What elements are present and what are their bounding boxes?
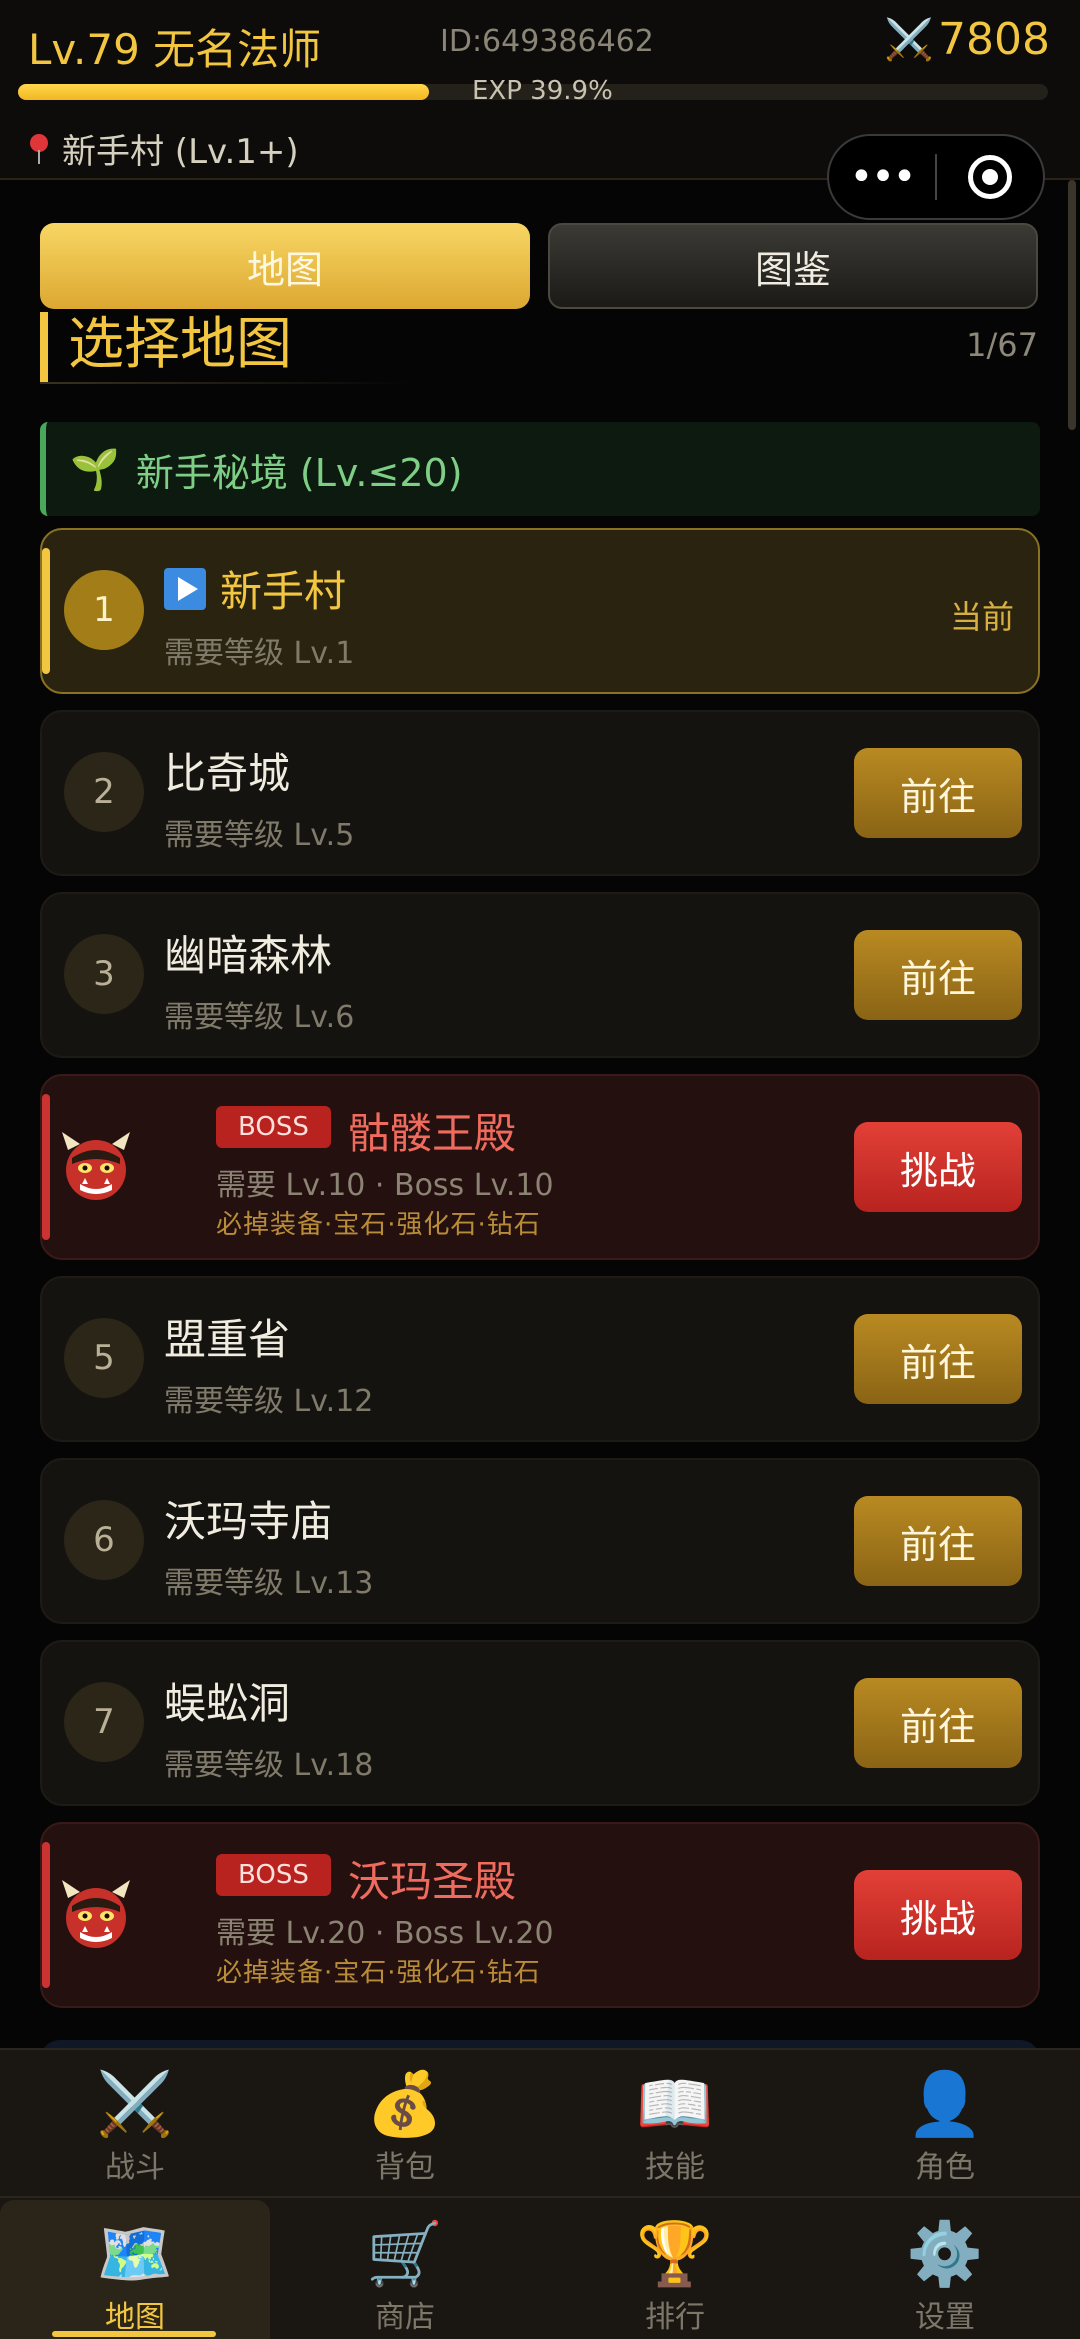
ogre-icon bbox=[62, 1880, 130, 1948]
map-card: 7 蜈蚣洞 需要等级 Lv.18 前往 bbox=[40, 1640, 1040, 1806]
challenge-button[interactable]: 挑战 bbox=[854, 1870, 1022, 1960]
map-requirement: 需要等级 Lv.12 bbox=[164, 1384, 374, 1419]
boss-requirement: 需要 Lv.20 · Boss Lv.20 bbox=[216, 1916, 554, 1951]
map-card: 2 比奇城 需要等级 Lv.5 前往 bbox=[40, 710, 1040, 876]
tab-map[interactable]: 地图 bbox=[40, 223, 530, 309]
map-name: 比奇城 bbox=[164, 749, 291, 798]
boss-card: BOSS 骷髅王殿 需要 Lv.10 · Boss Lv.10 必掉装备·宝石·… bbox=[40, 1074, 1040, 1260]
crossed-swords-icon: ⚔️ bbox=[96, 2067, 174, 2140]
map-name: 沃玛寺庙 bbox=[164, 1497, 333, 1546]
map-name: 新手村 bbox=[220, 567, 347, 616]
miniprogram-capsule: ••• bbox=[827, 134, 1045, 220]
map-card: 3 幽暗森林 需要等级 Lv.6 前往 bbox=[40, 892, 1040, 1058]
boss-requirement: 需要 Lv.10 · Boss Lv.10 bbox=[216, 1168, 554, 1203]
map-requirement: 需要等级 Lv.6 bbox=[164, 1000, 355, 1035]
challenge-button[interactable]: 挑战 bbox=[854, 1122, 1022, 1212]
category-label: 新手秘境 (Lv.≤20) bbox=[135, 450, 463, 495]
shopping-cart-icon: 🛒 bbox=[366, 2217, 444, 2290]
sprout-icon: 🌱 bbox=[70, 446, 120, 493]
nav-ranking[interactable]: 🏆 排行 bbox=[540, 2200, 810, 2339]
map-requirement: 需要等级 Lv.13 bbox=[164, 1566, 374, 1601]
section-underline bbox=[40, 382, 410, 384]
current-location-label: 新手村 (Lv.1+) bbox=[62, 132, 299, 172]
current-location: 新手村 (Lv.1+) bbox=[30, 124, 299, 173]
nav-divider bbox=[0, 2196, 1080, 2198]
bottom-navigation: ⚔️ 战斗 💰 背包 📖 技能 👤 角色 🗺️ 地图 🛒 商店 🏆 排行 ⚙️ … bbox=[0, 2048, 1080, 2339]
map-requirement: 需要等级 Lv.1 bbox=[164, 636, 355, 671]
boss-map-name: 骷髅王殿 bbox=[348, 1109, 517, 1158]
nav-label: 角色 bbox=[915, 2150, 975, 2185]
close-miniprogram-button[interactable] bbox=[937, 155, 1043, 199]
tab-codex[interactable]: 图鉴 bbox=[548, 223, 1038, 309]
go-button[interactable]: 前往 bbox=[854, 930, 1022, 1020]
page-count: 1/67 bbox=[966, 326, 1038, 364]
map-number: 5 bbox=[64, 1318, 144, 1398]
category-header[interactable]: 🌱 新手秘境 (Lv.≤20) bbox=[40, 422, 1040, 516]
world-map-icon: 🗺️ bbox=[96, 2217, 174, 2290]
map-number: 3 bbox=[64, 934, 144, 1014]
boss-drops: 必掉装备·宝石·强化石·钻石 bbox=[216, 1958, 541, 1988]
nav-skills[interactable]: 📖 技能 bbox=[540, 2050, 810, 2196]
player-id: ID:649386462 bbox=[440, 24, 654, 59]
nav-label: 技能 bbox=[645, 2150, 705, 2185]
target-circle-icon bbox=[967, 155, 1012, 199]
scrollbar[interactable] bbox=[1068, 180, 1076, 430]
combat-power: ⚔️ 7808 bbox=[884, 14, 1050, 65]
map-name: 蜈蚣洞 bbox=[164, 1679, 291, 1728]
map-name-row: 新手村 bbox=[164, 558, 346, 619]
section-title: 选择地图 bbox=[40, 312, 292, 382]
boss-badge: BOSS bbox=[216, 1106, 331, 1148]
play-icon bbox=[164, 567, 206, 610]
boss-drops: 必掉装备·宝石·强化石·钻石 bbox=[216, 1210, 541, 1240]
map-card: 5 盟重省 需要等级 Lv.12 前往 bbox=[40, 1276, 1040, 1442]
map-number: 7 bbox=[64, 1682, 144, 1762]
nav-map[interactable]: 🗺️ 地图 bbox=[0, 2200, 270, 2339]
book-icon: 📖 bbox=[636, 2067, 714, 2140]
money-bag-icon: 💰 bbox=[366, 2067, 444, 2140]
map-card-current[interactable]: 1 新手村 需要等级 Lv.1 当前 bbox=[40, 528, 1040, 694]
location-pin-icon bbox=[30, 133, 48, 164]
trophy-icon: 🏆 bbox=[636, 2217, 714, 2290]
map-number: 1 bbox=[64, 570, 144, 650]
exp-text: EXP 39.9% bbox=[472, 76, 613, 106]
map-requirement: 需要等级 Lv.5 bbox=[164, 818, 355, 853]
nav-character[interactable]: 👤 角色 bbox=[810, 2050, 1080, 2196]
gear-icon: ⚙️ bbox=[906, 2217, 984, 2290]
nav-label: 地图 bbox=[105, 2300, 165, 2335]
map-name: 幽暗森林 bbox=[164, 931, 333, 980]
nav-label: 设置 bbox=[915, 2300, 975, 2335]
boss-map-name: 沃玛圣殿 bbox=[348, 1857, 517, 1906]
nav-label: 战斗 bbox=[105, 2150, 165, 2185]
person-icon: 👤 bbox=[906, 2067, 984, 2140]
map-requirement: 需要等级 Lv.18 bbox=[164, 1748, 374, 1783]
nav-settings[interactable]: ⚙️ 设置 bbox=[810, 2200, 1080, 2339]
nav-shop[interactable]: 🛒 商店 bbox=[270, 2200, 540, 2339]
nav-battle[interactable]: ⚔️ 战斗 bbox=[0, 2050, 270, 2196]
boss-card: BOSS 沃玛圣殿 需要 Lv.20 · Boss Lv.20 必掉装备·宝石·… bbox=[40, 1822, 1040, 2008]
go-button[interactable]: 前往 bbox=[854, 748, 1022, 838]
current-label: 当前 bbox=[949, 598, 1014, 636]
more-dots-icon[interactable]: ••• bbox=[829, 154, 935, 200]
nav-label: 排行 bbox=[645, 2300, 705, 2335]
nav-bag[interactable]: 💰 背包 bbox=[270, 2050, 540, 2196]
nav-label: 背包 bbox=[375, 2150, 435, 2185]
go-button[interactable]: 前往 bbox=[854, 1314, 1022, 1404]
map-card: 6 沃玛寺庙 需要等级 Lv.13 前往 bbox=[40, 1458, 1040, 1624]
boss-badge: BOSS bbox=[216, 1854, 331, 1896]
nav-label: 商店 bbox=[375, 2300, 435, 2335]
map-number: 2 bbox=[64, 752, 144, 832]
map-name: 盟重省 bbox=[164, 1315, 291, 1364]
go-button[interactable]: 前往 bbox=[854, 1496, 1022, 1586]
player-level-title: Lv.79 无名法师 bbox=[28, 25, 322, 74]
map-number: 6 bbox=[64, 1500, 144, 1580]
crossed-swords-icon: ⚔️ bbox=[884, 17, 935, 63]
combat-power-value: 7808 bbox=[938, 14, 1050, 65]
go-button[interactable]: 前往 bbox=[854, 1678, 1022, 1768]
exp-bar-fill bbox=[18, 84, 429, 100]
ogre-icon bbox=[62, 1132, 130, 1200]
